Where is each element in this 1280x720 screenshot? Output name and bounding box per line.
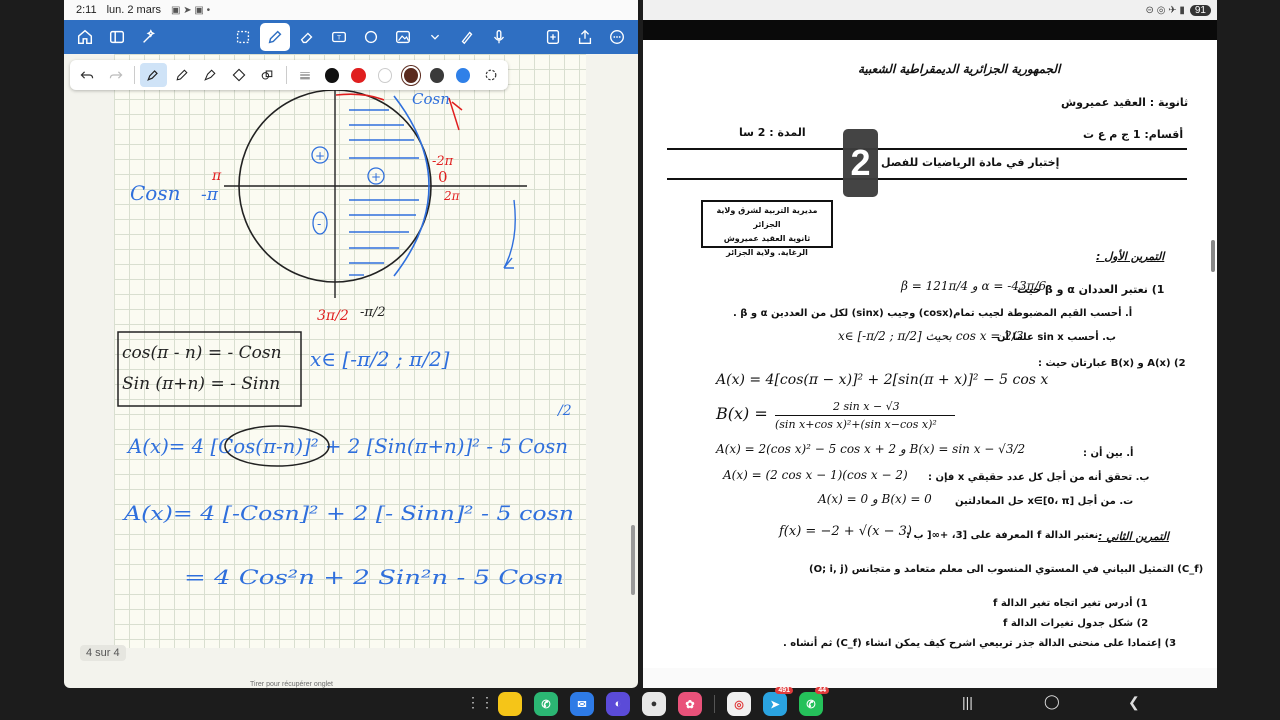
- exam-duration: المدة : 2 سا: [739, 126, 806, 139]
- exam-document[interactable]: الجمهورية الجزائرية الديمقراطية الشعبية …: [643, 40, 1217, 668]
- chevron-down-icon[interactable]: [420, 23, 450, 51]
- exercise-1-title: التمرين الأول :: [1096, 250, 1165, 263]
- shapes-tool-icon[interactable]: [254, 63, 281, 87]
- exam-title: إختبار في مادة الرياضيات للفصل: [881, 156, 1060, 169]
- ex2-formula: f(x) = −2 + √(x − 3): [779, 524, 912, 539]
- fountain-pen-icon[interactable]: [140, 63, 167, 87]
- note-page[interactable]: [114, 54, 586, 648]
- status-icons: ⊝ ◎ ✈ ▮: [1145, 4, 1185, 16]
- page-number-badge: 2: [843, 129, 878, 197]
- viewer-header-bar: [643, 20, 1217, 40]
- header-rule-1: [667, 148, 1187, 150]
- whatsapp-app[interactable]: ✆ 44: [799, 687, 829, 716]
- undo-icon[interactable]: [74, 63, 101, 87]
- ex1-q1a: أ. أحسب القيم المضبوطة لجيب تمام(cosx) و…: [733, 308, 1133, 319]
- ex1-q1b: ب. أحسب sin x علما أن: [997, 332, 1116, 343]
- ex1-q1b-formula: x∈ [-π/2 ; π/2] بحيث cos x = 2/3: [838, 329, 1024, 343]
- ex1-b-formula: A(x) = (2 cos x − 1)(cos x − 2): [723, 468, 908, 482]
- color-picker-icon[interactable]: [477, 63, 504, 87]
- add-page-icon[interactable]: [538, 23, 568, 51]
- republic-header: الجمهورية الجزائرية الديمقراطية الشعبية: [858, 62, 1061, 76]
- ex2-curve: (C_f) التمثيل البياني في المستوي المنسوب…: [809, 564, 1204, 575]
- class-name: أقسام: 1 ج م ع ت: [1083, 128, 1184, 141]
- fraction-bar: [775, 415, 955, 416]
- color-swatch-red[interactable]: [351, 67, 366, 83]
- notes-app-window: 2:11 lun. 2 mars ▣ ➤ ▣ • T + + - Cosn -π…: [64, 0, 638, 688]
- more-icon[interactable]: [602, 23, 632, 51]
- notification-icons: ▣ ➤ ▣ •: [171, 4, 211, 16]
- multi-app[interactable]: ◎: [727, 692, 751, 716]
- share-icon[interactable]: [570, 23, 600, 51]
- lasso-icon[interactable]: [228, 23, 258, 51]
- ex1-c-formula: A(x) = 0 و B(x) = 0: [818, 492, 932, 506]
- page-counter: 4 sur 4: [80, 645, 126, 661]
- ex1-c: ت. من أجل x∈[0، π] حل المعادلتين: [955, 496, 1134, 507]
- ex1-q1-formula: β = 121π/4 و α = -43π/6: [901, 279, 1047, 293]
- brush-pen-icon[interactable]: [197, 63, 224, 87]
- formula-b-denominator: (sin x+cos x)²+(sin x−cos x)²: [775, 418, 937, 431]
- home-icon[interactable]: [70, 23, 100, 51]
- ex1-b: ب. تحقق أنه من أجل كل عدد حقيقي x فإن :: [928, 472, 1150, 483]
- ballpoint-pen-icon[interactable]: [169, 63, 196, 87]
- color-swatch-black[interactable]: [325, 67, 340, 83]
- status-time: 2:11: [76, 4, 97, 16]
- notes-app[interactable]: [498, 692, 522, 716]
- telegram-app[interactable]: ➤ 491: [763, 687, 793, 716]
- whatsapp-badge: 44: [815, 687, 829, 694]
- stroke-width-icon[interactable]: [292, 63, 319, 87]
- ex1-q2: 2) A(x) و B(x) عبارتان حيث :: [1038, 358, 1186, 369]
- status-date: lun. 2 mars: [106, 4, 162, 16]
- ex1-a: أ. بين أن :: [1083, 448, 1134, 459]
- eraser-icon[interactable]: [292, 23, 322, 51]
- battery-indicator: 91: [1189, 4, 1211, 16]
- sidebar-icon[interactable]: [102, 23, 132, 51]
- color-swatch-blue[interactable]: [456, 67, 471, 83]
- ex2-q1: 1) أدرس تغير اتجاه تغير الدالة f: [993, 598, 1148, 609]
- ex2-q3: 3) إعتمادا على منحنى الدالة جذر تربيعي ا…: [783, 638, 1177, 649]
- app-toolbar: T: [64, 20, 638, 54]
- recents-icon[interactable]: |||: [962, 694, 973, 710]
- telegram-badge: 491: [775, 687, 793, 694]
- camera-app[interactable]: ●: [642, 692, 666, 716]
- scrollbar-thumb[interactable]: [631, 525, 635, 595]
- bottom-hint: Tirer pour récupérer onglet: [250, 681, 334, 688]
- color-swatch-brown[interactable]: [403, 67, 419, 83]
- mic-icon[interactable]: [484, 23, 514, 51]
- ex1-a-formula: A(x) = 2(cos x)² − 5 cos x + 2 و B(x) = …: [716, 442, 1026, 456]
- svg-text:T: T: [336, 35, 341, 42]
- ex2-q2: 2) شكل جدول تغيرات الدالة f: [1003, 618, 1149, 629]
- color-swatch-gray[interactable]: [430, 67, 445, 83]
- school-name: ثانوية : العقيد عميروش: [1061, 96, 1189, 109]
- textbox-icon[interactable]: T: [324, 23, 354, 51]
- image-icon[interactable]: [388, 23, 418, 51]
- shapes-icon[interactable]: [356, 23, 386, 51]
- pen-toolbar: [70, 60, 508, 90]
- color-swatch-white[interactable]: [377, 67, 392, 83]
- formula-b-numerator: 2 sin x − √3: [833, 400, 900, 413]
- header-rule-2: [667, 178, 1187, 180]
- redo-icon[interactable]: [103, 63, 130, 87]
- phone-app[interactable]: ✆: [534, 692, 558, 716]
- school-stamp: مديرية التربية لشرق ولاية الجزائر ثانوية…: [701, 200, 833, 257]
- formula-b-label: B(x) =: [716, 404, 768, 423]
- screen: 2:11 lun. 2 mars ▣ ➤ ▣ • T + + - Cosn -π…: [0, 0, 1280, 720]
- navigation-bar: ⋮⋮⋮ ✆ ✉ ◐ ● ✿ ◎ ➤ 491 ✆ 44 ||| ◯ ❮: [0, 687, 1280, 720]
- document-viewer-window: ⊝ ◎ ✈ ▮ 91 الجمهورية الجزائرية الديمقراط…: [643, 0, 1217, 688]
- back-icon[interactable]: ❮: [1128, 694, 1140, 711]
- gallery-app[interactable]: ✿: [678, 692, 702, 716]
- highlighter-icon[interactable]: [452, 23, 482, 51]
- diamond-shape-icon[interactable]: [226, 63, 253, 87]
- magic-icon[interactable]: [134, 23, 164, 51]
- formula-a: A(x) = 4[cos(π − x)]² + 2[sin(π + x)]² −…: [716, 372, 1049, 388]
- exercise-2-title: التمرين الثاني :: [1098, 530, 1169, 543]
- right-edge-handle[interactable]: [1211, 240, 1215, 272]
- right-status-bar: ⊝ ◎ ✈ ▮ 91: [643, 0, 1217, 20]
- browser-app[interactable]: ◐: [606, 692, 630, 716]
- pen-icon[interactable]: [260, 23, 290, 51]
- ex2-text: نعتبر الدالة f المعرفة على [3، +∞[ ب :: [906, 530, 1099, 541]
- taskbar-dock: ✆ ✉ ◐ ● ✿ ◎ ➤ 491 ✆ 44: [498, 687, 829, 716]
- messages-app[interactable]: ✉: [570, 692, 594, 716]
- home-button-icon[interactable]: ◯: [1044, 693, 1060, 710]
- status-bar: 2:11 lun. 2 mars ▣ ➤ ▣ •: [64, 0, 638, 20]
